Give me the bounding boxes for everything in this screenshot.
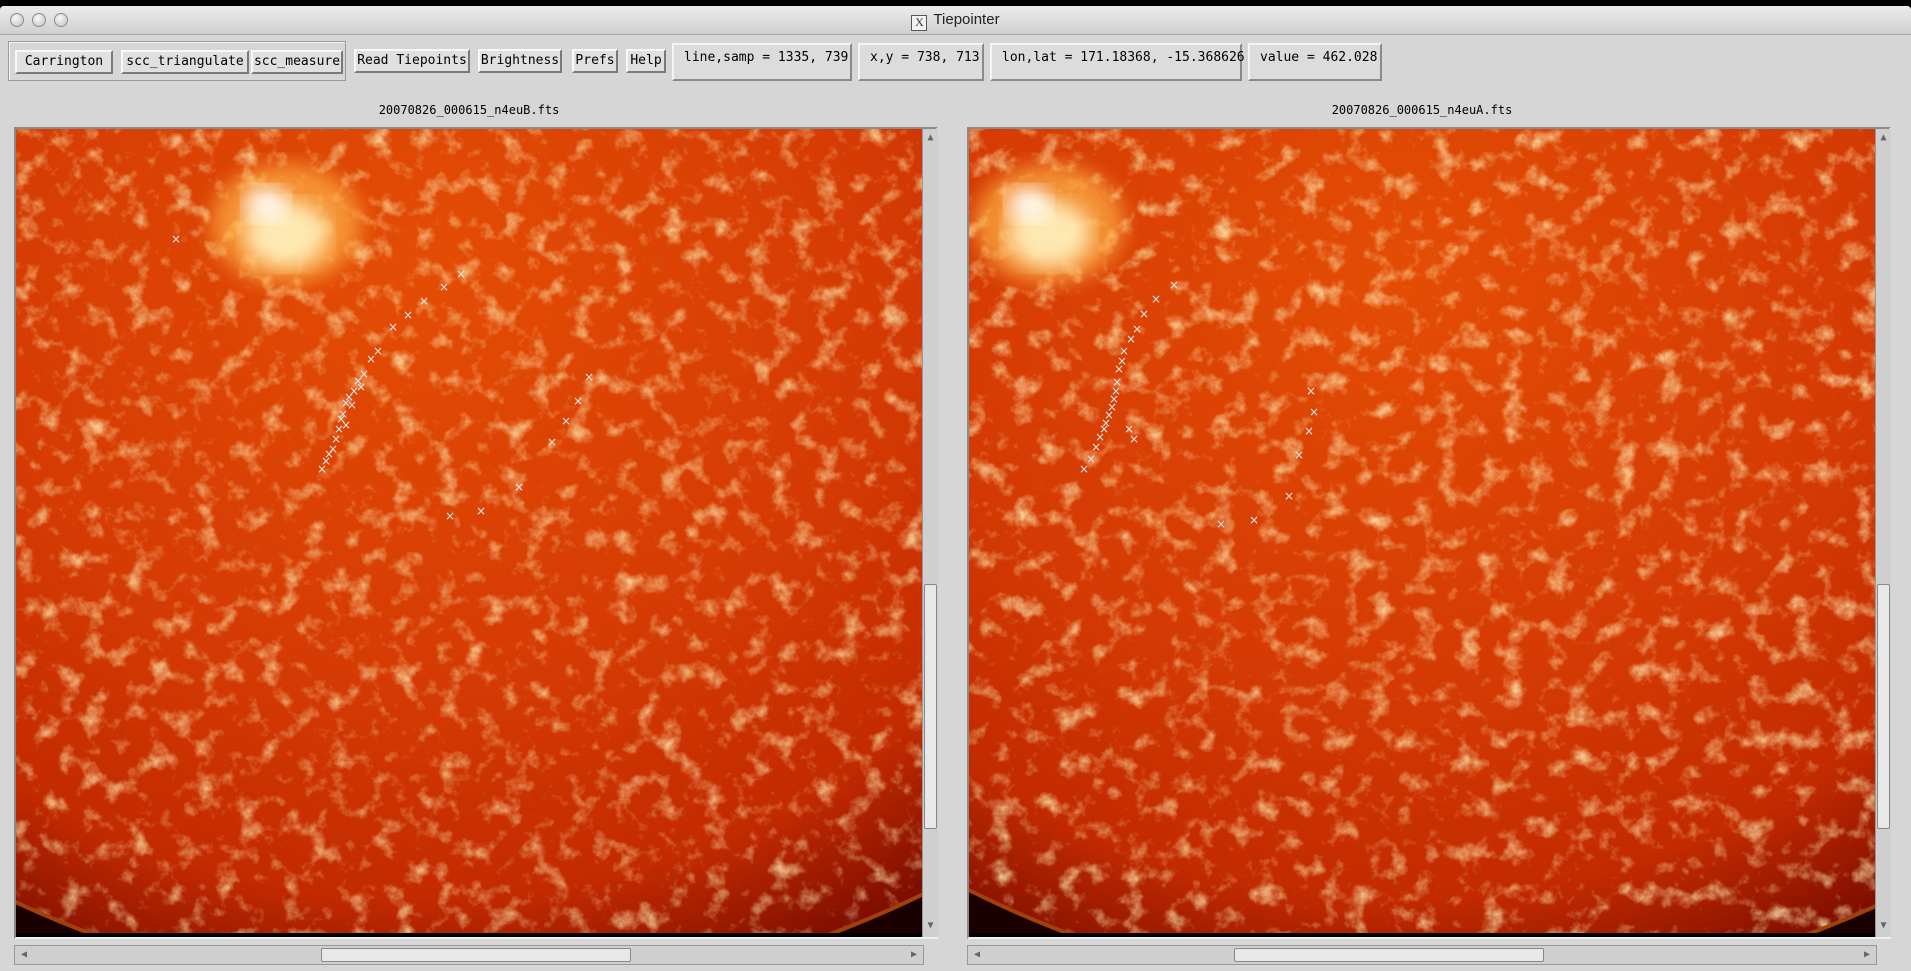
tiepoint-marker[interactable]: × [1079,462,1089,476]
right-horizontal-scroll-thumb[interactable] [1234,948,1544,962]
tiepoint-marker[interactable]: × [1114,362,1124,376]
tiepoint-marker[interactable]: × [439,280,449,294]
tiepoint-marker[interactable]: × [584,370,594,384]
tiepoint-marker[interactable]: × [388,320,398,334]
tiepoint-marker[interactable]: × [1169,278,1179,292]
xy-readout: x,y = 738, 713 [858,43,984,81]
tiepoint-marker[interactable]: × [1294,448,1304,462]
tiepoint-marker[interactable]: × [445,509,455,523]
tiepoint-marker[interactable]: × [573,394,583,408]
x11-icon: X [911,15,928,31]
left-image-filename: 20070826_000615_n4euB.fts [378,103,560,117]
scroll-right-arrow-icon[interactable]: ▶ [907,948,921,962]
read-tiepoints-button[interactable]: Read Tiepoints [354,49,470,73]
scroll-down-arrow-icon[interactable]: ▼ [1877,919,1890,933]
tiepoint-marker[interactable]: × [1216,517,1226,531]
left-sun-image[interactable]: × × × × × × × × × × × × × × × × × × × × × × × × × × × × × × × [16,129,922,933]
help-button[interactable]: Help [626,49,666,73]
tiepoint-marker[interactable]: × [1306,384,1316,398]
line-samp-readout: line,samp = 1335, 739 [672,43,852,81]
scroll-left-arrow-icon[interactable]: ◀ [970,948,984,962]
scroll-up-arrow-icon[interactable]: ▲ [924,131,937,145]
lon-lat-readout: lon,lat = 171.18368, -15.368626 [990,43,1245,81]
toolbar: Carrington scc_triangulate scc_measure R… [0,41,1911,83]
left-horizontal-scrollbar[interactable]: ◀ ▶ [14,945,924,965]
right-vertical-scroll-thumb[interactable] [1877,584,1890,829]
left-horizontal-scroll-thumb[interactable] [321,948,631,962]
scc-triangulate-button[interactable]: scc_triangulate [121,50,249,74]
right-vertical-scrollbar[interactable]: ▲ ▼ [1875,129,1891,937]
right-sun-image[interactable]: × × × × × × × × × × × × × × × × × × × × × × × × × × × × [969,129,1875,933]
scroll-down-arrow-icon[interactable]: ▼ [924,919,937,933]
left-vertical-scroll-thumb[interactable] [924,584,937,829]
title-bar[interactable]: X Tiepointer [0,6,1911,35]
brightness-button[interactable]: Brightness [478,49,562,73]
window-title: Tiepointer [933,11,1000,28]
tiepoint-marker[interactable]: × [403,308,413,322]
right-sun-canvas[interactable]: ×××××××××××××××××××××××××××× [969,129,1875,933]
tiepoint-marker[interactable]: × [347,398,357,412]
scroll-up-arrow-icon[interactable]: ▲ [1877,131,1890,145]
tiepoint-marker[interactable]: × [317,462,327,476]
tiepoint-marker[interactable]: × [171,232,181,246]
tiepoint-marker[interactable]: × [419,294,429,308]
tiepoint-marker[interactable]: × [1151,292,1161,306]
tiepoint-marker[interactable]: × [1304,424,1314,438]
left-image-panel: × × × × × × × × × × × × × × × × × × × × × × × × × × × × × × × ▲ ▼ [14,127,938,939]
scc-measure-button[interactable]: scc_measure [251,50,343,74]
tiepoint-marker[interactable]: × [561,414,571,428]
prefs-button[interactable]: Prefs [572,49,618,73]
tiepoint-marker[interactable]: × [456,267,466,281]
tiepoint-marker[interactable]: × [1129,432,1139,446]
left-sun-canvas[interactable]: ××××××××××××××××××××××××××××××× [16,129,922,933]
carrington-button[interactable]: Carrington [15,50,113,74]
right-image-filename: 20070826_000615_n4euA.fts [1331,103,1513,117]
tiepoint-marker[interactable]: × [1309,405,1319,419]
tool-button-group: Carrington scc_triangulate scc_measure [8,41,346,81]
tiepoint-marker[interactable]: × [514,480,524,494]
tiepoint-marker[interactable]: × [547,435,557,449]
tiepoint-marker[interactable]: × [366,352,376,366]
scroll-left-arrow-icon[interactable]: ◀ [17,948,31,962]
value-readout: value = 462.028 [1248,43,1382,81]
left-vertical-scrollbar[interactable]: ▲ ▼ [922,129,938,937]
tiepointer-window: X Tiepointer Carrington scc_triangulate s… [0,6,1911,971]
tiepoint-marker[interactable]: × [1139,307,1149,321]
tiepoint-marker[interactable]: × [476,504,486,518]
tiepoint-marker[interactable]: × [1249,513,1259,527]
right-image-panel: × × × × × × × × × × × × × × × × × × × × × × × × × × × × ▲ ▼ [967,127,1891,939]
scroll-right-arrow-icon[interactable]: ▶ [1860,948,1874,962]
right-horizontal-scrollbar[interactable]: ◀ ▶ [967,945,1877,965]
tiepoint-marker[interactable]: × [1284,489,1294,503]
